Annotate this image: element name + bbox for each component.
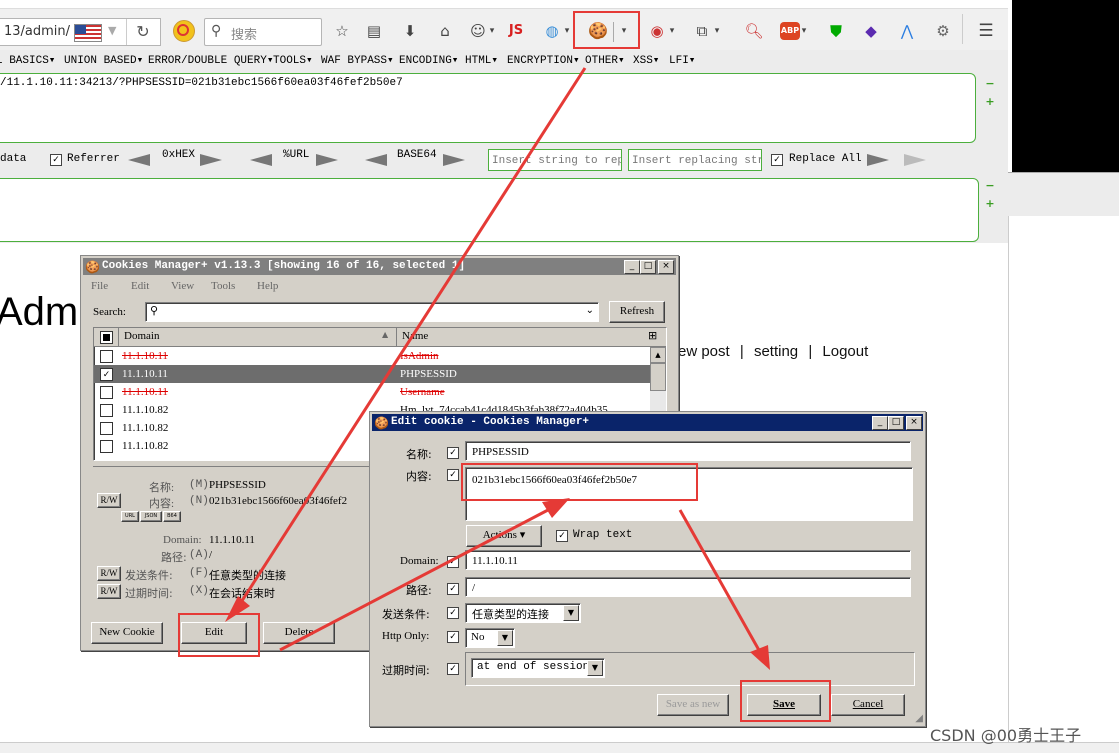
watermark: CSDN @00勇士王子 — [930, 726, 1082, 745]
arrow-edit-to-content — [279, 508, 549, 652]
arrow-content-to-save — [678, 509, 762, 653]
annotation-arrows — [225, 67, 770, 670]
arrow-cookie-to-edit — [236, 67, 587, 608]
